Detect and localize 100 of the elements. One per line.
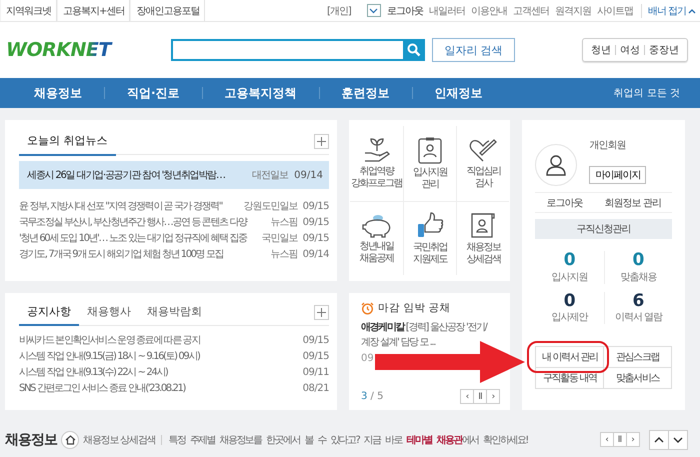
nav-item[interactable]: 인재정보 xyxy=(412,84,505,102)
utility-link[interactable]: 고객센터 xyxy=(512,4,549,18)
nav-link[interactable]: 취업의 모든 것 xyxy=(614,86,680,100)
promo-message: 특정 주제별 채용정보를 한곳에서 볼 수 있다고? 지금 바로 테마별 채용관에서 확인하세요! xyxy=(168,434,528,446)
document-person-icon xyxy=(469,210,498,239)
menu-link[interactable]: 관심스크랩 xyxy=(604,347,672,368)
news-title[interactable]: 경기도, 7개국 9개 도시 해외기업 체험 청년 100명 모집 xyxy=(19,247,268,261)
nav-item[interactable]: 채용정보 xyxy=(34,84,104,102)
segment-button[interactable]: 청년 xyxy=(587,43,615,57)
slide-control[interactable]: ‹ xyxy=(600,432,614,447)
site-link[interactable]: 지역워크넷 xyxy=(0,0,57,21)
news-title: 세종시 26일 대기업·공공기관 참여 '청년취업박람… xyxy=(27,169,226,182)
stat-item[interactable]: 0 입사제안 xyxy=(535,292,604,324)
nav-item[interactable]: 고용복지정책 xyxy=(202,84,319,102)
card-title: 마감 임박 공채 xyxy=(378,301,451,315)
banner-toggle[interactable]: 배너 접기 xyxy=(640,4,696,18)
home-icon xyxy=(64,434,76,444)
news-title[interactable]: 윤 정부, 지방시대 선포 "지역 경쟁력이 곧 국가 경쟁력" xyxy=(19,199,241,213)
news-source: 뉴스핌 xyxy=(270,248,298,261)
notice-date: 09/11 xyxy=(302,366,329,378)
scroll-up-button[interactable] xyxy=(649,430,669,450)
member-type: [개인] xyxy=(327,4,351,18)
job-posting[interactable]: 애경케미칼 [경력] 울산공장 '전기/계장 설계' 담당 모 ... xyxy=(360,321,492,350)
quick-menu-item[interactable]: 채용정보 상세검색 xyxy=(456,200,510,275)
utility-link[interactable]: 원격지원 xyxy=(554,4,591,18)
nav-item[interactable]: 직업·진로 xyxy=(105,84,202,102)
notice-title[interactable]: 시스템 작업 안내(9.13(수) 22시 ~ 24시) xyxy=(19,365,303,379)
notice-tab[interactable]: 채용박람회 xyxy=(139,300,210,326)
site-link[interactable]: 장애인고용포털 xyxy=(130,0,206,21)
news-source: 뉴스핌 xyxy=(270,216,298,229)
news-date: 09/15 xyxy=(302,200,329,212)
news-title[interactable]: 국무조정실 부산시, 부산청년주간 행사…공연 등 콘텐츠 다양 xyxy=(19,215,268,229)
notice-date: 09/15 xyxy=(302,334,329,346)
chevron-down-icon xyxy=(673,436,683,442)
utility-link[interactable]: 이용안내 xyxy=(470,4,507,18)
menu-link[interactable]: 내 이력서 관리 xyxy=(536,347,604,368)
more-button[interactable] xyxy=(314,304,329,320)
card-title[interactable]: 오늘의 취업뉴스 xyxy=(19,128,116,156)
segment-button[interactable]: 중장년 xyxy=(645,43,683,57)
page-indicator: 3 / 5 xyxy=(360,391,384,402)
segment-button[interactable]: 여성 xyxy=(616,43,644,57)
scroll-down-button[interactable] xyxy=(668,430,688,450)
stat-item[interactable]: 6 이력서 열람 xyxy=(604,292,672,324)
id-badge-icon xyxy=(417,136,444,164)
notice-title[interactable]: 시스템 작업 안내(9.15(금) 18시 ~ 9.16(토) 09시) xyxy=(19,349,303,363)
utility-link[interactable]: 사이트맵 xyxy=(596,4,633,18)
home-button[interactable] xyxy=(61,430,79,448)
stat-item[interactable]: 0 입사지원 xyxy=(535,251,604,284)
slide-control[interactable]: › xyxy=(486,389,500,404)
news-date: 09/14 xyxy=(302,248,329,260)
menu-link[interactable]: 구직활동 내역 xyxy=(536,368,604,390)
quick-menu-item[interactable]: 취업역량 강화프로그램 xyxy=(350,126,404,200)
utility-link[interactable]: 로그아웃 xyxy=(386,4,423,18)
featured-news[interactable]: 세종시 26일 대기업·공공기관 참여 '청년취업박람… 대전일보 09/14 xyxy=(19,161,329,189)
quick-menu-item[interactable]: 입사지원 관리 xyxy=(403,126,456,200)
dropdown-button[interactable] xyxy=(366,4,381,17)
notice-date: 08/21 xyxy=(302,382,329,394)
search-field[interactable] xyxy=(171,39,403,61)
slide-control[interactable]: › xyxy=(626,432,640,447)
thumbs-up-icon xyxy=(416,210,444,239)
job-search-button[interactable]: 일자리 검색 xyxy=(432,38,515,62)
menu-link[interactable]: 맞춤서비스 xyxy=(604,368,672,390)
slide-control[interactable]: ‹ xyxy=(460,389,474,404)
slide-control[interactable]: Ⅱ xyxy=(473,389,488,404)
quick-menu-item[interactable]: 청년내일 채움공제 xyxy=(350,200,404,275)
more-button[interactable] xyxy=(314,134,329,148)
slide-control[interactable]: Ⅱ xyxy=(613,432,627,447)
notice-tab[interactable]: 채용행사 xyxy=(79,300,139,326)
chevron-up-icon xyxy=(688,8,696,14)
utility-link[interactable]: 내일러터 xyxy=(428,4,465,18)
account-link[interactable]: 로그아웃 xyxy=(546,196,583,210)
apply-management-button[interactable]: 구직신청관리 xyxy=(535,219,672,239)
notice-tab[interactable]: 공지사항 xyxy=(19,300,79,326)
member-type: 개인회원 xyxy=(589,139,626,152)
news-source: 국민일보 xyxy=(262,232,298,245)
stat-item[interactable]: 0 맞춤채용 xyxy=(604,251,672,284)
alarm-clock-icon xyxy=(360,302,374,314)
posting-date: 09 xyxy=(360,353,374,364)
search-button[interactable] xyxy=(403,39,425,61)
quick-menu-item[interactable]: 직업심리 검사 xyxy=(456,126,510,200)
plus-icon xyxy=(316,136,326,146)
user-icon xyxy=(545,154,568,176)
notice-date: 09/15 xyxy=(302,350,329,362)
nav-item[interactable]: 훈련정보 xyxy=(320,84,412,102)
news-date: 09/15 xyxy=(302,216,329,228)
detail-search-link[interactable]: 채용정보 상세검색 xyxy=(83,432,156,446)
search-icon xyxy=(407,43,421,57)
news-date: 09/15 xyxy=(302,232,329,244)
section-title: 채용정보 xyxy=(5,430,57,448)
news-title[interactable]: '청년 60세 도입 10년'… 노조 있는 대기업 정규직에 혜택 집중 xyxy=(19,231,259,245)
notice-title[interactable]: SNS 간편로그인 서비스 종료 안내('23.08.21) xyxy=(19,381,303,395)
news-date: 09/14 xyxy=(294,170,323,180)
chevron-down-icon xyxy=(369,8,378,14)
mypage-button[interactable]: 마이페이지 xyxy=(589,166,646,184)
quick-menu-item[interactable]: 국민취업 지원제도 xyxy=(403,200,456,275)
account-link[interactable]: 회원정보 관리 xyxy=(604,196,661,210)
news-source: 강원도민일보 xyxy=(244,200,298,213)
notice-title[interactable]: 비씨카드 본인확인서비스 운영 종료에 따른 공지 xyxy=(19,333,303,347)
site-link[interactable]: 고용복지+센터 xyxy=(57,0,130,21)
chevron-up-icon xyxy=(654,436,664,442)
